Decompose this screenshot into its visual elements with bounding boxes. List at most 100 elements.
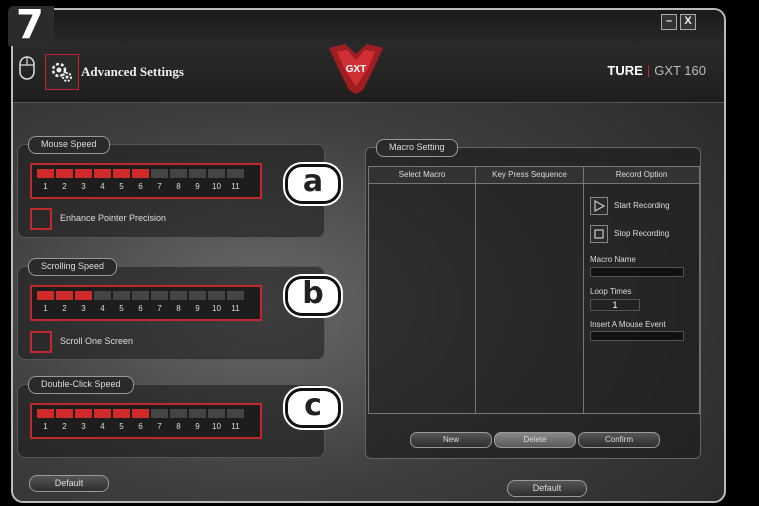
speed-segment[interactable] — [227, 169, 244, 178]
speed-segment[interactable] — [113, 409, 130, 418]
scroll-one-screen-checkbox[interactable] — [30, 331, 52, 353]
speed-tick-label: 8 — [176, 182, 181, 191]
speed-segment[interactable] — [132, 169, 149, 178]
macro-name-input[interactable] — [590, 267, 684, 277]
speed-segment[interactable] — [94, 291, 111, 300]
delete-macro-button[interactable]: Delete — [494, 432, 576, 448]
insert-mouse-event-select[interactable] — [590, 331, 684, 341]
speed-segment[interactable] — [170, 409, 187, 418]
advanced-settings-button[interactable] — [45, 54, 79, 90]
speed-tick-label: 7 — [157, 422, 162, 431]
double-click-speed-section: Double-Click Speed 1 2 3 4 5 6 7 8 9 10 11 — [17, 376, 325, 458]
speed-tick-label: 11 — [231, 304, 240, 313]
play-icon — [594, 199, 606, 213]
speed-tick-label: 8 — [176, 304, 181, 313]
speed-scale: 1 2 3 4 5 6 7 8 9 10 11 — [37, 304, 244, 313]
speed-segment[interactable] — [189, 291, 206, 300]
record-option-column: Record Option Start Recording Stop Recor… — [584, 167, 699, 413]
speed-segment[interactable] — [170, 169, 187, 178]
speed-segment[interactable] — [132, 291, 149, 300]
speed-scale: 1 2 3 4 5 6 7 8 9 10 11 — [37, 422, 244, 431]
speed-segment[interactable] — [113, 291, 130, 300]
speed-tick-label: 9 — [195, 304, 200, 313]
left-default-button[interactable]: Default — [29, 475, 109, 492]
gear-icon — [51, 62, 72, 82]
speed-tick-label: 1 — [43, 304, 48, 313]
callout-c: c — [285, 388, 341, 428]
scrolling-speed-slider[interactable]: 1 2 3 4 5 6 7 8 9 10 11 — [30, 285, 262, 321]
enhance-precision-checkbox[interactable] — [30, 208, 52, 230]
speed-segment[interactable] — [208, 409, 225, 418]
speed-tick-label: 7 — [157, 304, 162, 313]
speed-segment[interactable] — [189, 169, 206, 178]
minimize-button[interactable]: – — [661, 14, 677, 30]
speed-bars — [37, 169, 244, 178]
mouse-speed-slider[interactable]: 1 2 3 4 5 6 7 8 9 10 11 — [30, 163, 262, 199]
speed-tick-label: 6 — [138, 422, 143, 431]
macro-setting-label: Macro Setting — [376, 139, 458, 157]
speed-segment[interactable] — [227, 409, 244, 418]
speed-segment[interactable] — [132, 409, 149, 418]
speed-tick-label: 6 — [138, 182, 143, 191]
speed-tick-label: 10 — [212, 422, 221, 431]
bottom-default-button[interactable]: Default — [507, 480, 587, 497]
double-click-speed-slider[interactable]: 1 2 3 4 5 6 7 8 9 10 11 — [30, 403, 262, 439]
speed-segment[interactable] — [189, 409, 206, 418]
speed-segment[interactable] — [37, 291, 54, 300]
speed-tick-label: 9 — [195, 422, 200, 431]
stop-recording-button[interactable] — [590, 225, 608, 243]
speed-scale: 1 2 3 4 5 6 7 8 9 10 11 — [37, 182, 244, 191]
macro-name-label: Macro Name — [590, 255, 636, 264]
brand-name: TURE — [607, 63, 643, 78]
callout-c-letter: c — [304, 388, 322, 423]
speed-segment[interactable] — [94, 409, 111, 418]
speed-segment[interactable] — [170, 291, 187, 300]
speed-segment[interactable] — [208, 291, 225, 300]
mouse-icon[interactable] — [19, 56, 35, 80]
speed-tick-label: 11 — [231, 422, 240, 431]
start-recording-button[interactable] — [590, 197, 608, 215]
loop-times-input[interactable]: 1 — [590, 299, 640, 311]
speed-segment[interactable] — [37, 409, 54, 418]
speed-segment[interactable] — [94, 169, 111, 178]
macro-grid: Select Macro Key Press Sequence Record O… — [368, 166, 700, 414]
speed-tick-label: 10 — [212, 182, 221, 191]
stop-icon — [594, 229, 604, 239]
speed-segment[interactable] — [151, 169, 168, 178]
speed-segment[interactable] — [37, 169, 54, 178]
speed-segment[interactable] — [227, 291, 244, 300]
speed-tick-label: 2 — [62, 182, 67, 191]
loop-times-label: Loop Times — [590, 287, 632, 296]
new-macro-button[interactable]: New — [410, 432, 492, 448]
speed-tick-label: 10 — [212, 304, 221, 313]
speed-segment[interactable] — [56, 169, 73, 178]
confirm-macro-button[interactable]: Confirm — [578, 432, 660, 448]
speed-segment[interactable] — [56, 291, 73, 300]
speed-segment[interactable] — [75, 291, 92, 300]
close-button[interactable]: X — [680, 14, 696, 30]
mouse-speed-section: Mouse Speed 1 2 3 4 5 6 7 8 9 10 11 Enhance Pointe… — [17, 136, 325, 238]
key-sequence-column[interactable]: Key Press Sequence — [476, 167, 584, 413]
speed-tick-label: 9 — [195, 182, 200, 191]
speed-bars — [37, 409, 244, 418]
brand-separator: | — [646, 63, 651, 78]
scrolling-speed-section: Scrolling Speed 1 2 3 4 5 6 7 8 9 10 11 Scroll One… — [17, 258, 325, 360]
step-badge: 7 — [8, 2, 54, 48]
speed-segment[interactable] — [151, 291, 168, 300]
speed-tick-label: 4 — [100, 304, 105, 313]
speed-segment[interactable] — [151, 409, 168, 418]
double-click-speed-label: Double-Click Speed — [28, 376, 134, 394]
speed-segment[interactable] — [75, 409, 92, 418]
speed-tick-label: 1 — [43, 422, 48, 431]
speed-segment[interactable] — [113, 169, 130, 178]
speed-segment[interactable] — [208, 169, 225, 178]
speed-segment[interactable] — [75, 169, 92, 178]
column-header: Key Press Sequence — [476, 167, 583, 184]
select-macro-column[interactable]: Select Macro — [369, 167, 476, 413]
speed-tick-label: 8 — [176, 422, 181, 431]
speed-tick-label: 3 — [81, 422, 86, 431]
speed-tick-label: 3 — [81, 182, 86, 191]
speed-segment[interactable] — [56, 409, 73, 418]
speed-tick-label: 7 — [157, 182, 162, 191]
speed-tick-label: 5 — [119, 422, 124, 431]
